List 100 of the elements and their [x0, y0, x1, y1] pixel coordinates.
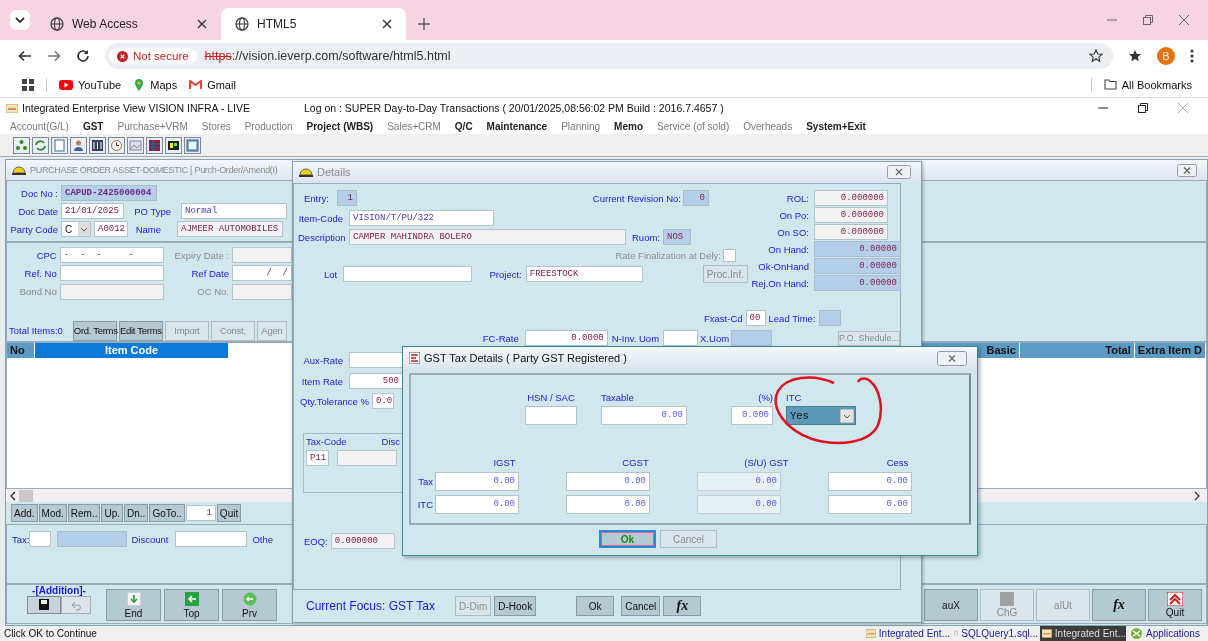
bookmark-link[interactable]: Gmail	[189, 78, 236, 91]
column-header[interactable]: Item Code	[35, 343, 229, 358]
percent-field[interactable]: 0.000	[731, 406, 773, 425]
row-action-button[interactable]: GoTo..	[149, 504, 185, 522]
tax-field[interactable]	[29, 531, 52, 547]
address-bar[interactable]: Not secure https://vision.ieverp.com/software/html5.html	[105, 43, 1113, 69]
navigation-button[interactable]: Top	[164, 589, 219, 621]
menu-item[interactable]: Memo	[614, 120, 643, 132]
goto-field[interactable]: 1	[185, 505, 216, 521]
hsn-field[interactable]	[525, 406, 577, 425]
scrollbar-thumb[interactable]	[19, 489, 33, 502]
new-tab-icon[interactable]	[418, 18, 430, 30]
menu-item[interactable]: GST	[82, 120, 104, 132]
amount-field[interactable]: 0.00	[828, 495, 912, 514]
row-action-button[interactable]: Up.	[101, 504, 124, 522]
input-field[interactable]	[232, 283, 292, 300]
lot-field[interactable]	[343, 266, 473, 282]
close-icon[interactable]	[197, 19, 207, 29]
people-icon[interactable]	[13, 136, 30, 154]
reload-icon[interactable]	[76, 49, 90, 63]
aux-rate-field[interactable]	[349, 352, 403, 368]
window-icon[interactable]	[184, 136, 201, 154]
terms-button[interactable]: Ord. Terms	[72, 321, 117, 341]
tax-code-field[interactable]: P11	[306, 450, 329, 466]
amount-field[interactable]: 0.00	[435, 472, 519, 491]
dialog-button[interactable]: Cancel	[621, 596, 661, 616]
star-icon[interactable]	[1089, 49, 1103, 63]
input-field[interactable]	[59, 265, 164, 282]
browser-tab[interactable]: Web Access	[36, 8, 221, 40]
amount-field[interactable]: 0.00	[566, 472, 650, 491]
grid-icon[interactable]	[146, 136, 163, 154]
menu-item[interactable]: Q/C	[454, 120, 473, 132]
input-field[interactable]: / /	[232, 265, 292, 282]
input-field[interactable]	[232, 247, 292, 264]
bookmark-link[interactable]: YouTube	[59, 78, 122, 91]
checkbox[interactable]	[723, 249, 736, 262]
user-icon[interactable]	[70, 136, 87, 154]
back-icon[interactable]	[18, 49, 32, 63]
dialog-button[interactable]: D-Hook	[494, 596, 537, 616]
row-action-button[interactable]: Dn..	[124, 504, 149, 522]
restore-icon[interactable]	[1138, 103, 1148, 113]
amount-field[interactable]: 0.00	[828, 472, 912, 491]
terms-button[interactable]: Edit Terms	[118, 321, 163, 341]
dialog-button[interactable]: Ok	[576, 596, 615, 616]
bookmark-link[interactable]: Maps	[133, 78, 178, 91]
doc-date-field[interactable]: 21/01/2025	[61, 203, 124, 219]
discount-field[interactable]	[175, 531, 248, 547]
row-action-button[interactable]: Rem..	[67, 504, 101, 522]
chevron-down-icon[interactable]	[10, 10, 30, 30]
building-icon[interactable]	[89, 136, 106, 154]
navigation-button[interactable]: End	[106, 589, 161, 621]
taxable-field[interactable]: 0.00	[601, 406, 687, 425]
save-icon[interactable]	[27, 596, 61, 614]
menu-item[interactable]: System+Exit	[806, 120, 866, 132]
scroll-left-icon[interactable]	[9, 490, 17, 501]
toolbar-button[interactable]: Quit	[1148, 589, 1202, 621]
all-bookmarks-link[interactable]: All Bookmarks	[1103, 78, 1192, 91]
menu-icon[interactable]	[1190, 49, 1194, 63]
quit-button[interactable]: Quit	[216, 504, 242, 522]
toolbar-button[interactable]: fx	[1092, 589, 1146, 621]
project-field[interactable]: FREESTOCK	[525, 266, 643, 282]
item-rate-field[interactable]: 500	[349, 373, 403, 389]
discount-field[interactable]	[337, 450, 397, 466]
party-type-select[interactable]: C	[61, 221, 91, 237]
menu-item[interactable]: Project (WBS)	[306, 120, 374, 132]
column-header[interactable]: Extra Item D	[1134, 343, 1206, 358]
menu-item[interactable]: Maintenance	[486, 120, 548, 132]
apps-grid-icon[interactable]	[22, 78, 34, 91]
description-field[interactable]: CAMPER MAHINDRA BOLERO	[349, 229, 626, 245]
item-code-field[interactable]: VISION/T/PU/322	[349, 210, 494, 226]
forward-icon[interactable]	[47, 49, 61, 63]
refresh-icon[interactable]	[32, 136, 49, 154]
taskbar-item[interactable]: SQLQuery1.sql...	[952, 625, 1038, 641]
taskbar-item[interactable]: Applications	[1128, 625, 1208, 641]
column-header[interactable]: No	[7, 343, 35, 358]
amount-field[interactable]: 0.00	[566, 495, 650, 514]
document-icon[interactable]	[51, 136, 68, 154]
row-action-button[interactable]: Add.	[11, 504, 38, 522]
close-icon[interactable]	[382, 19, 392, 29]
scroll-right-icon[interactable]	[1193, 490, 1201, 501]
input-field[interactable]	[59, 283, 164, 300]
dialog-button[interactable]: fx	[663, 596, 702, 616]
taskbar-item[interactable]: Integrated Ent...	[864, 625, 950, 641]
navigation-button[interactable]: Prv	[222, 589, 277, 621]
fc-rate-field[interactable]: 0.0000	[524, 330, 608, 346]
amount-field[interactable]: 0.00	[435, 495, 519, 514]
flag-icon[interactable]	[165, 136, 182, 154]
row-action-button[interactable]: Mod.	[38, 504, 67, 522]
uom-field[interactable]	[663, 330, 699, 346]
input-field[interactable]: - - - -	[59, 247, 164, 264]
party-code-field[interactable]: A0012	[94, 221, 128, 237]
security-chip[interactable]: Not secure	[109, 48, 197, 64]
toolbar-button[interactable]: auX	[924, 589, 978, 621]
po-type-field[interactable]: Normal	[181, 203, 287, 219]
clock-icon[interactable]	[108, 136, 125, 154]
fxast-code-field[interactable]: 00	[745, 310, 766, 326]
tolerance-field[interactable]: 0.0	[372, 393, 394, 409]
column-header[interactable]: Total	[1019, 343, 1135, 358]
itc-select[interactable]: Yes	[786, 406, 856, 425]
browser-tab[interactable]: HTML5	[221, 8, 406, 40]
